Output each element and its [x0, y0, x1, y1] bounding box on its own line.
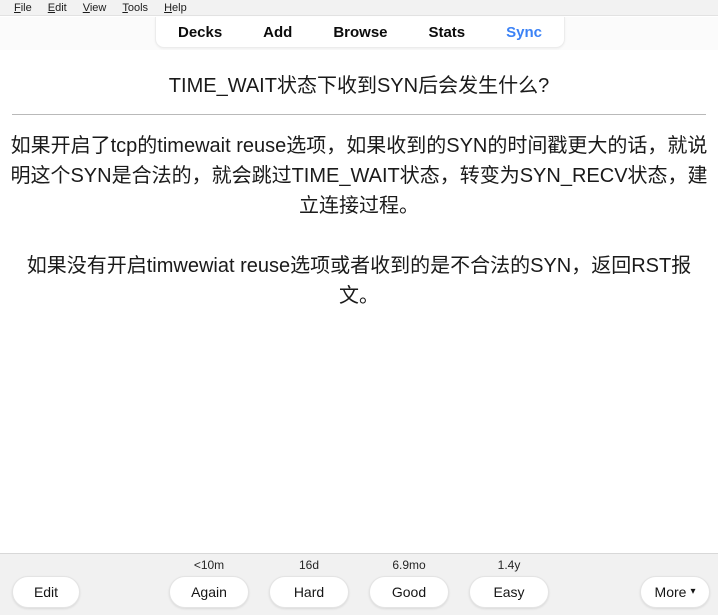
menu-item-file-rest: ile: [20, 1, 32, 14]
menu-item-file-accel: F: [14, 1, 21, 14]
top-nav-container: Decks Add Browse Stats Sync: [155, 17, 565, 48]
answer-column-hard: 16d Hard: [269, 558, 349, 608]
easy-button[interactable]: Easy: [469, 576, 549, 608]
top-nav-bar: Decks Add Browse Stats Sync: [0, 17, 718, 50]
menu-item-edit-rest: dit: [55, 1, 67, 14]
interval-label-again: <10m: [193, 558, 225, 572]
hard-button[interactable]: Hard: [269, 576, 349, 608]
nav-link-add[interactable]: Add: [263, 24, 292, 41]
answer-column-easy: 1.4y Easy: [469, 558, 549, 608]
menu-item-tools-rest: ools: [127, 1, 149, 14]
interval-label-good: 6.9mo: [392, 558, 426, 572]
card-question: TIME_WAIT状态下收到SYN后会发生什么?: [168, 75, 550, 97]
menu-item-view-rest: iew: [89, 1, 107, 14]
more-button-label: More: [654, 584, 687, 600]
answer-buttons-group: <10m Again 16d Hard 6.9mo Good 1.4y Easy: [0, 554, 718, 616]
menu-item-file[interactable]: File: [6, 2, 40, 14]
card-review-area: TIME_WAIT状态下收到SYN后会发生什么? 如果开启了tcp的timewa…: [0, 50, 718, 553]
card-answer: 如果开启了tcp的timewait reuse选项，如果收到的SYN的时间戳更大…: [0, 115, 718, 311]
answer-buttons-bar: Edit <10m Again 16d Hard 6.9mo Good 1.4y…: [0, 553, 718, 615]
card-answer-paragraph-2: 如果没有开启timwewiat reuse选项或者收到的是不合法的SYN，返回R…: [26, 255, 692, 307]
card-answer-paragraph-1: 如果开启了tcp的timewait reuse选项，如果收到的SYN的时间戳更大…: [10, 135, 708, 217]
chevron-down-icon: ▾: [690, 586, 696, 597]
answer-column-good: 6.9mo Good: [369, 558, 449, 608]
menu-item-edit-accel: E: [47, 1, 56, 14]
menu-bar: File Edit View Tools Help: [0, 0, 718, 16]
again-button[interactable]: Again: [169, 576, 249, 608]
menu-item-help[interactable]: Help: [156, 2, 195, 14]
answer-column-again: <10m Again: [169, 558, 249, 608]
nav-link-decks[interactable]: Decks: [178, 24, 222, 41]
menu-item-tools[interactable]: Tools: [114, 2, 156, 14]
good-button[interactable]: Good: [369, 576, 449, 608]
menu-item-help-accel: H: [164, 1, 173, 14]
menu-item-help-rest: elp: [172, 1, 187, 14]
menu-item-view-accel: V: [82, 1, 90, 14]
nav-link-sync[interactable]: Sync: [506, 24, 542, 41]
menu-item-edit[interactable]: Edit: [40, 2, 75, 14]
nav-link-browse[interactable]: Browse: [333, 24, 387, 41]
more-button[interactable]: More ▾: [640, 576, 710, 608]
interval-label-hard: 16d: [298, 558, 320, 572]
menu-item-view[interactable]: View: [75, 2, 115, 14]
nav-link-stats[interactable]: Stats: [428, 24, 465, 41]
interval-label-easy: 1.4y: [497, 558, 521, 572]
